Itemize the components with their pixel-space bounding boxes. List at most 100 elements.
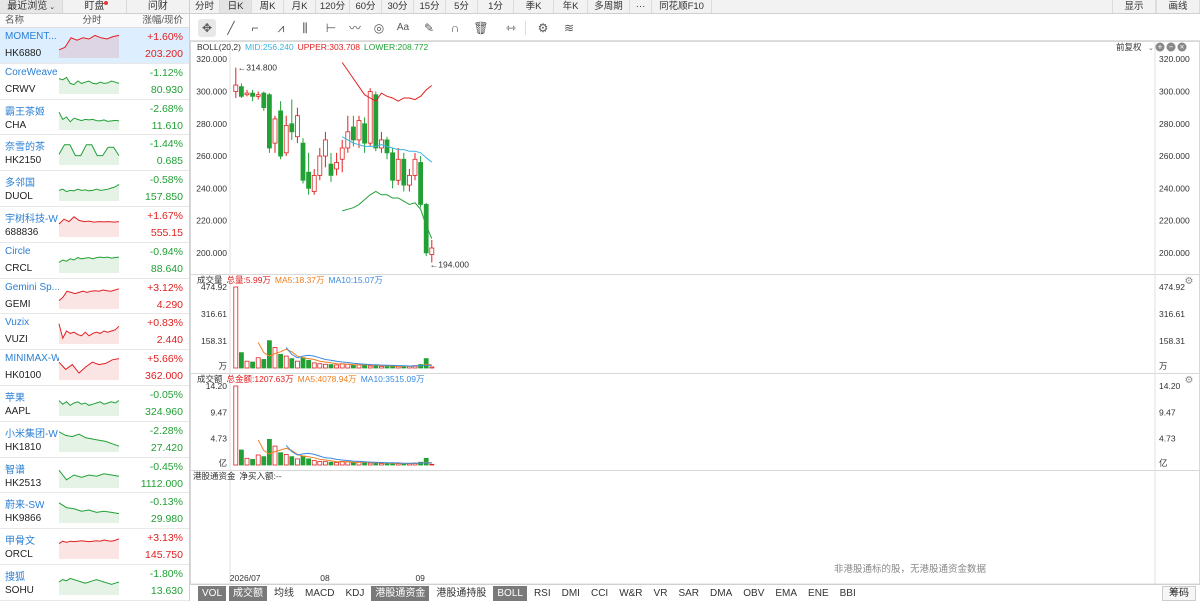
sparkline-area: [59, 358, 119, 381]
period-tab[interactable]: 多周期: [588, 0, 630, 13]
stock-change: -0.13%: [149, 496, 183, 509]
pen-icon[interactable]: ✎: [420, 19, 438, 37]
stock-row[interactable]: Gemini Sp... GEMI +3.12% 4.290: [0, 279, 189, 315]
sparkline: [58, 469, 120, 488]
stock-row[interactable]: MINIMAX-W HK0100 +5.66% 362.000: [0, 350, 189, 386]
column-change[interactable]: 涨幅/现价: [122, 14, 189, 27]
stock-name: Vuzix: [5, 317, 30, 329]
stock-row[interactable]: 多邻国 DUOL -0.58% 157.850: [0, 171, 189, 207]
tab-recent[interactable]: 最近浏览 ⌄: [0, 0, 64, 13]
candle-body: [390, 152, 396, 181]
bar: [239, 449, 244, 466]
period-tab[interactable]: 同花顺F10: [652, 0, 712, 13]
arrows-icon[interactable]: ⇿: [502, 19, 520, 37]
indicator-tab[interactable]: EMA: [771, 586, 801, 601]
indicator-tab[interactable]: VOL: [198, 585, 227, 601]
amount_panel-header: 成交额 总金额:1207.63万 MA5:4078.94万 MA10:3515.09万: [197, 374, 424, 384]
gear-icon[interactable]: ⚙: [534, 19, 552, 37]
indicator-tab[interactable]: DMI: [558, 586, 584, 601]
stock-row[interactable]: 智谱 HK2513 -0.45% 1112.000: [0, 458, 189, 494]
indicator-tab[interactable]: 成交额: [229, 585, 268, 601]
period-tab[interactable]: 分时: [190, 0, 220, 13]
sparkline: [58, 324, 120, 345]
period-tab[interactable]: 5分: [446, 0, 478, 13]
layers-icon[interactable]: ≋: [560, 19, 578, 37]
indicator-tab[interactable]: VR: [650, 586, 672, 601]
fan-icon[interactable]: ⩘: [272, 19, 290, 37]
stock-row[interactable]: 小米集团-W HK1810 -2.28% 27.420: [0, 422, 189, 458]
bar: [289, 456, 295, 466]
drawing-toolbar: ✥ ╱ ⌐ ⩘ ⫼ ⊢ 〰 ◎ Aa ✎ ∩ 🗑 ⇿ ⚙ ≋: [190, 15, 1200, 41]
volume_panel-ma5: MA5:18.37万: [275, 275, 325, 285]
columns-icon[interactable]: ⫼: [296, 19, 314, 37]
period-tab[interactable]: 30分: [382, 0, 414, 13]
period-tab[interactable]: 年K: [554, 0, 588, 13]
tick-right: 14.20: [1159, 381, 1181, 391]
ruler-icon[interactable]: ⊢: [322, 19, 340, 37]
period-tab[interactable]: 60分: [350, 0, 382, 13]
volume_panel-total: 总量:5.99万: [227, 275, 271, 285]
stock-row[interactable]: Vuzix VUZI +0.83% 2.440: [0, 314, 189, 351]
indicator-tab[interactable]: BOLL: [493, 585, 527, 601]
magnet-icon[interactable]: ∩: [446, 19, 464, 37]
indicator-tab[interactable]: ENE: [804, 586, 833, 601]
display-menu[interactable]: 显示: [1112, 0, 1156, 13]
indicator-tab[interactable]: DMA: [706, 586, 736, 601]
indicator-tab[interactable]: CCI: [587, 586, 612, 601]
cycle-icon[interactable]: ◎: [370, 19, 388, 37]
column-name[interactable]: 名称: [0, 14, 62, 27]
period-tab[interactable]: 120分: [316, 0, 350, 13]
stock-code: CHA: [5, 119, 27, 131]
bar: [244, 457, 250, 466]
indicator-tab[interactable]: OBV: [739, 586, 768, 601]
tab-wencai[interactable]: 问财: [127, 0, 189, 13]
stock-row[interactable]: 霸王茶姬 CHA -2.68% 11.610: [0, 100, 189, 136]
trash-icon[interactable]: 🗑: [472, 19, 490, 37]
close-icon: ×: [1180, 43, 1185, 52]
candle-body: [322, 139, 328, 157]
stock-row[interactable]: CoreWeave CRWV -1.12% 80.930: [0, 64, 189, 100]
indicator-tab[interactable]: SAR: [674, 586, 703, 601]
stock-row[interactable]: 搜狐 SOHU -1.80% 13.630: [0, 565, 189, 601]
period-tab[interactable]: 15分: [414, 0, 446, 13]
indicator-tab[interactable]: MACD: [301, 586, 338, 601]
period-tab[interactable]: 日K: [220, 0, 252, 13]
stock-change: +3.13%: [147, 532, 183, 545]
stock-row[interactable]: 苹果 AAPL -0.05% 324.960: [0, 386, 189, 422]
period-tab[interactable]: 1分: [478, 0, 514, 13]
line-icon[interactable]: ╱: [222, 19, 240, 37]
tab-watch[interactable]: 盯盘: [63, 0, 127, 13]
indicator-tab[interactable]: 港股通持股: [432, 586, 490, 601]
stock-change: -2.28%: [149, 424, 183, 437]
stock-row[interactable]: 甲骨文 ORCL +3.13% 145.750: [0, 529, 189, 565]
stock-row[interactable]: 蔚来-SW HK9866 -0.13% 29.980: [0, 493, 189, 530]
indicator-tab[interactable]: 均线: [270, 586, 298, 601]
indicator-tab[interactable]: W&R: [615, 586, 646, 601]
stock-row[interactable]: 宇树科技-W 688836 +1.67% 555.15: [0, 207, 189, 243]
crosshair-icon[interactable]: ✥: [198, 19, 216, 37]
stock-row[interactable]: MOMENT... HK6880 +1.60% 203.200: [0, 28, 189, 64]
stock-change: -0.05%: [149, 388, 183, 401]
period-tab[interactable]: 月K: [284, 0, 316, 13]
stock-name: CoreWeave: [5, 66, 58, 78]
bar: [322, 461, 328, 466]
period-tab[interactable]: ···: [630, 0, 652, 13]
draw-menu[interactable]: 画线: [1156, 0, 1200, 13]
crop-icon[interactable]: ⌐: [246, 19, 264, 37]
indicator-tab[interactable]: BBI: [836, 586, 860, 601]
bar: [350, 462, 356, 466]
indicator-tab[interactable]: RSI: [530, 586, 555, 601]
gear-icon[interactable]: ⚙: [1185, 375, 1194, 386]
period-tab[interactable]: 周K: [252, 0, 284, 13]
indicator-tab[interactable]: 港股通资金: [371, 585, 430, 601]
kline-chart-svg[interactable]: BOLL(20,2) MID:256.240 UPPER:303.708 LOWER:…: [190, 41, 1200, 585]
chips-button[interactable]: 筹码: [1162, 585, 1196, 601]
period-tab[interactable]: 季K: [514, 0, 554, 13]
indicator-tab[interactable]: KDJ: [341, 586, 368, 601]
stock-row[interactable]: 奈雪的茶 HK2150 -1.44% 0.685: [0, 135, 189, 172]
text-icon[interactable]: Aa: [394, 19, 412, 37]
wave-icon[interactable]: 〰: [346, 19, 364, 37]
tick-right: 474.92: [1159, 282, 1185, 292]
gear-icon[interactable]: ⚙: [1185, 276, 1194, 287]
stock-row[interactable]: Circle CRCL -0.94% 88.640: [0, 243, 189, 279]
